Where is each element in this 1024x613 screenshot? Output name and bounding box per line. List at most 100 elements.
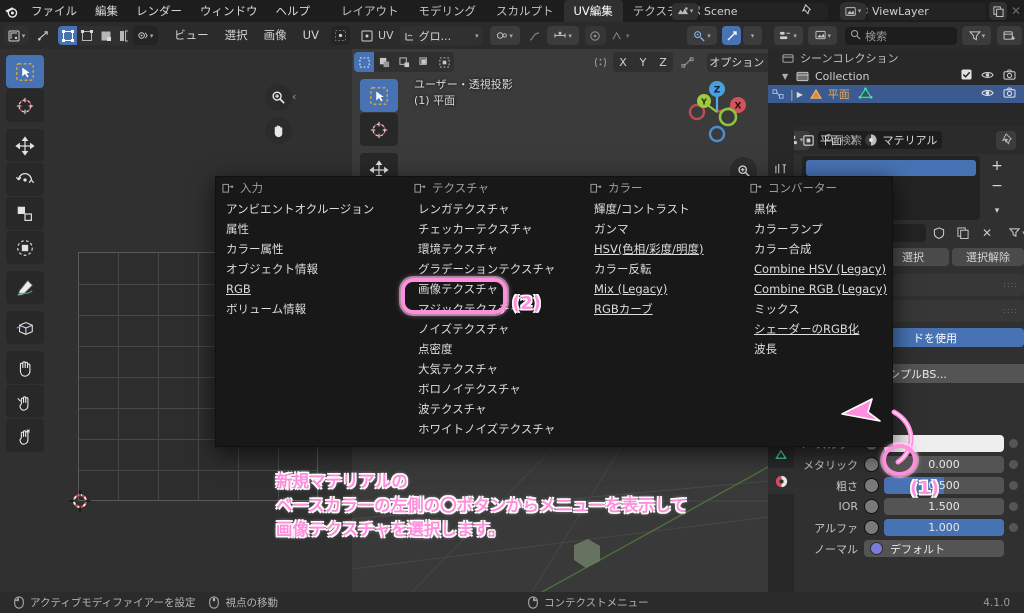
menu-item-bright-contrast[interactable]: 輝度/コントラスト xyxy=(584,199,740,219)
menu-item-combine-rgb-legacy[interactable]: Combine RGB (Legacy) xyxy=(744,279,924,299)
animate-dot-icon[interactable] xyxy=(1009,439,1018,448)
properties-tab-material[interactable] xyxy=(768,468,794,494)
uv-sidebar-collapse-icon[interactable]: ‹ xyxy=(292,90,296,103)
axis-x-button[interactable]: X xyxy=(613,52,633,72)
menu-item-volume-info[interactable]: ボリューム情報 xyxy=(216,299,406,319)
outliner-row-collection[interactable]: ▼ Collection xyxy=(768,67,1024,85)
zoom-in-icon[interactable] xyxy=(265,84,292,111)
snap-icon[interactable]: ▾ xyxy=(546,26,579,45)
menu-item-color-ramp[interactable]: カラーランプ xyxy=(744,219,924,239)
mesh-data-icon[interactable] xyxy=(858,87,873,101)
animate-dot-icon[interactable] xyxy=(1009,523,1018,532)
menu-item-gamma[interactable]: ガンマ xyxy=(584,219,740,239)
outliner-area[interactable]: シーンコレクション ▼ Collection | ▶ 平面 xyxy=(768,49,1024,126)
menu-item-sky-texture[interactable]: 大気テクスチャ xyxy=(408,359,580,379)
menu-help[interactable]: ヘルプ xyxy=(267,0,320,22)
menu-item-point-density[interactable]: 点密度 xyxy=(408,339,580,359)
tool-rotate[interactable] xyxy=(6,163,44,196)
material-slot-item[interactable] xyxy=(806,160,976,176)
camera-icon[interactable] xyxy=(1003,87,1016,101)
proportional-edit-icon[interactable]: ▾ xyxy=(489,26,520,45)
object-mode-icon[interactable] xyxy=(354,52,374,72)
remove-material-slot-button[interactable]: − xyxy=(986,176,1008,196)
menu-item-white-noise-texture[interactable]: ホワイトノイズテクスチャ xyxy=(408,419,580,439)
editor-type-uv-icon[interactable]: ▾ xyxy=(4,26,29,45)
tool-pinch[interactable] xyxy=(6,419,44,452)
axis-y-button[interactable]: Y xyxy=(633,52,653,72)
menu-edit[interactable]: 編集 xyxy=(86,0,127,22)
transform-orientation-dropdown[interactable]: グロ... ▾ xyxy=(399,26,482,45)
outliner-row-object-plane[interactable]: | ▶ 平面 xyxy=(768,85,1024,103)
viewport-tool-tweak[interactable] xyxy=(360,79,398,112)
alpha-socket[interactable] xyxy=(864,520,879,535)
menu-window[interactable]: ウィンドウ xyxy=(191,0,267,22)
tool-rip-region[interactable] xyxy=(6,311,44,344)
viewport-tool-cursor[interactable] xyxy=(360,113,398,146)
menu-item-color-attribute[interactable]: カラー属性 xyxy=(216,239,406,259)
menu-item-object-info[interactable]: オブジェクト情報 xyxy=(216,259,406,279)
tool-move[interactable] xyxy=(6,129,44,162)
overlays-chevron-icon[interactable]: ▾ xyxy=(743,26,762,45)
uv-menu-image[interactable]: 画像 xyxy=(256,26,295,45)
snap-uv-icon[interactable] xyxy=(675,53,699,72)
tool-transform[interactable] xyxy=(6,231,44,264)
animate-dot-icon[interactable] xyxy=(1009,502,1018,511)
chevron-down-icon[interactable]: ▼ xyxy=(782,72,794,81)
viewlayer-name[interactable]: ViewLayer xyxy=(872,5,929,18)
tab-sculpt[interactable]: スカルプト xyxy=(486,0,564,22)
breadcrumb-object-label[interactable]: 平面 xyxy=(820,132,842,148)
outliner-scene-filter-icon[interactable]: ▾ xyxy=(808,26,838,45)
ior-value[interactable]: 1.500 xyxy=(884,498,1004,515)
material-copy-button[interactable] xyxy=(952,224,974,242)
uv-sync-icon[interactable] xyxy=(34,26,53,45)
edge-icon[interactable] xyxy=(394,52,414,72)
viewport-editor-type-icon[interactable] xyxy=(357,26,376,45)
menu-item-noise-texture[interactable]: ノイズテクスチャ xyxy=(408,319,580,339)
menu-item-combine-color[interactable]: カラー合成 xyxy=(744,239,924,259)
scene-icon[interactable]: ▾ xyxy=(672,2,698,20)
navigation-gizmo[interactable]: Z X Y xyxy=(684,79,750,145)
uv-menu-uv[interactable]: UV xyxy=(295,26,327,45)
viewlayer-close-icon[interactable]: ✕ xyxy=(1007,4,1024,18)
add-node-menu[interactable]: 入力 アンビエントオクルージョン 属性 カラー属性 オブジェクト情報 RGB ボ… xyxy=(215,176,893,447)
pin-icon[interactable] xyxy=(801,4,813,18)
menu-item-brick-texture[interactable]: レンガテクスチャ xyxy=(408,199,580,219)
menu-item-environment-texture[interactable]: 環境テクスチャ xyxy=(408,239,580,259)
normal-dropdown[interactable]: デフォルト xyxy=(864,540,1004,557)
island-select-icon[interactable] xyxy=(115,26,128,45)
outliner-search-input[interactable]: 検索 xyxy=(844,26,957,45)
tab-layout[interactable]: レイアウト xyxy=(331,0,409,22)
menu-item-rgb[interactable]: RGB xyxy=(216,279,406,299)
collection-checkbox[interactable] xyxy=(961,69,972,83)
tool-annotate[interactable] xyxy=(6,271,44,304)
eye-icon[interactable] xyxy=(981,70,994,83)
menu-item-shader-to-rgb[interactable]: シェーダーのRGB化 xyxy=(744,319,924,339)
ior-socket[interactable] xyxy=(864,499,879,514)
blender-logo-icon[interactable] xyxy=(0,0,22,22)
face-select-icon[interactable] xyxy=(96,26,116,45)
menu-item-blackbody[interactable]: 黒体 xyxy=(744,199,924,219)
animate-dot-icon[interactable] xyxy=(1009,481,1018,490)
material-fake-user-button[interactable] xyxy=(928,224,950,242)
tab-uv-editing[interactable]: UV編集 xyxy=(563,0,623,22)
new-collection-icon[interactable] xyxy=(997,26,1023,45)
2d-cursor-icon[interactable] xyxy=(330,26,350,45)
hand-icon[interactable] xyxy=(265,117,292,144)
menu-item-wave-texture[interactable]: 波テクスチャ xyxy=(408,399,580,419)
breadcrumb-material-label[interactable]: マテリアル xyxy=(883,132,938,148)
material-slot-specials-icon[interactable]: ▾ xyxy=(986,202,1008,220)
menu-item-attribute[interactable]: 属性 xyxy=(216,219,406,239)
tool-relax[interactable] xyxy=(6,385,44,418)
snap-target-icon[interactable] xyxy=(584,26,606,45)
alpha-slider[interactable]: 1.000 xyxy=(884,519,1004,536)
viewlayer-icon[interactable]: ▾ xyxy=(840,2,866,20)
menu-item-gradient-texture[interactable]: グラデーションテクスチャ xyxy=(408,259,580,279)
show-gizmo-icon[interactable]: ▾ xyxy=(687,26,717,45)
show-overlays-icon[interactable] xyxy=(722,26,741,45)
menu-item-voronoi-texture[interactable]: ボロノイテクスチャ xyxy=(408,379,580,399)
uv-menu-view[interactable]: ビュー xyxy=(166,26,217,45)
tool-cursor[interactable] xyxy=(6,89,44,122)
menu-item-rgb-curves[interactable]: RGBカーブ xyxy=(584,299,740,319)
camera-icon[interactable] xyxy=(1003,69,1016,83)
vertex-icon[interactable] xyxy=(374,52,394,72)
